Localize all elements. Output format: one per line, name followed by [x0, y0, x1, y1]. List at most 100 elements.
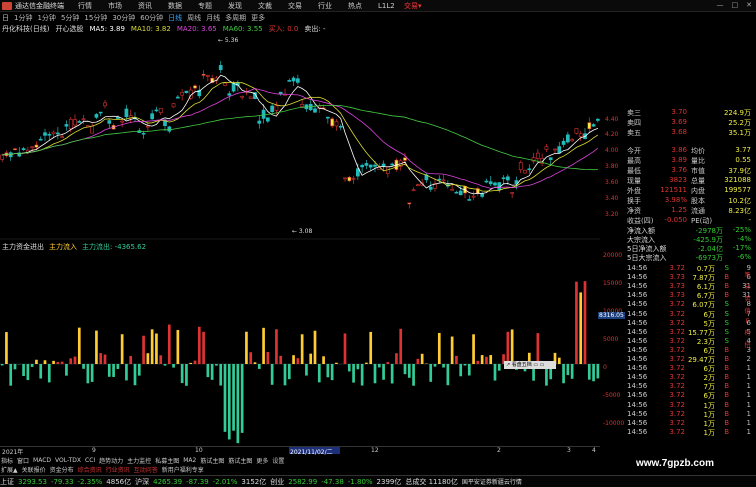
- inflow-bar: [313, 330, 317, 364]
- maximize-icon[interactable]: □: [732, 1, 739, 9]
- info-tabs: 扩展▲ 关联报价 资金分布 综合资讯 行业资讯 互动问答 新用户福利专享: [0, 465, 600, 474]
- flow-pct: -4%: [737, 235, 751, 243]
- period-monthly-tab[interactable]: 月线: [206, 13, 220, 23]
- side-button[interactable]: 构: [739, 328, 756, 337]
- period-30min-tab[interactable]: 30分钟: [112, 13, 135, 23]
- tab-private[interactable]: 私募主图: [155, 456, 179, 465]
- tab-settings[interactable]: 设置: [272, 456, 284, 465]
- tab-vol[interactable]: VOL-TDX: [55, 457, 81, 464]
- period-day-tab[interactable]: 日: [2, 13, 9, 23]
- close-icon[interactable]: ✕: [746, 1, 752, 9]
- flow-value: -2978万: [695, 227, 723, 235]
- menu-l1l2[interactable]: L1L2: [378, 2, 395, 10]
- index-name[interactable]: 上证: [0, 477, 14, 487]
- side-button[interactable]: F: [739, 318, 756, 325]
- menu-hotspot[interactable]: 热点: [348, 1, 362, 11]
- tab-fund-dist[interactable]: 资金分布: [50, 465, 74, 474]
- outflow-bar: [412, 364, 415, 386]
- menu-data[interactable]: 数据: [168, 1, 182, 11]
- menu-discover[interactable]: 发现: [228, 1, 242, 11]
- side-button[interactable]: 分: [739, 282, 756, 291]
- period-weekly-tab[interactable]: 周线: [187, 13, 201, 23]
- tab-window[interactable]: 窗口: [17, 456, 29, 465]
- side-button[interactable]: 扭: [739, 340, 756, 349]
- price-tick: 3.20: [605, 211, 619, 218]
- tab-general-news[interactable]: 综合资讯: [78, 465, 102, 474]
- menu-market[interactable]: 市场: [108, 1, 122, 11]
- candle-body: [184, 90, 189, 94]
- tab-ma2[interactable]: MA2: [183, 457, 196, 464]
- stat-cell: 总量: [691, 177, 705, 185]
- candlestick-chart[interactable]: ← 5.36 ← 3.08: [0, 34, 600, 240]
- menu-topics[interactable]: 专题: [198, 1, 212, 11]
- inflow-bar: [455, 355, 458, 364]
- capital-flow-chart[interactable]: [0, 252, 600, 444]
- period-15min-tab[interactable]: 15分钟: [84, 13, 107, 23]
- indicator-title[interactable]: 主力资金进出: [2, 242, 44, 252]
- candle-body: [493, 182, 497, 186]
- outflow-bar: [570, 364, 574, 379]
- outflow-bar: [219, 364, 223, 386]
- tab-macd[interactable]: MACD: [33, 457, 51, 464]
- candle-body: [334, 121, 339, 127]
- candle-body: [167, 126, 172, 132]
- news-ticker[interactable]: 国平安证券新疆云行情: [462, 477, 522, 486]
- side-button[interactable]: 势: [739, 294, 756, 303]
- outflow-bar: [206, 364, 210, 378]
- tab-welfare[interactable]: 新用户福利专享: [162, 465, 204, 474]
- ma20-line: [2, 88, 599, 189]
- outflow-bar: [429, 364, 433, 382]
- flow-row: 大宗流入 -425.9万 -4%: [627, 235, 754, 244]
- inflow-bar: [202, 331, 205, 364]
- tab-test-a[interactable]: 筋试主图: [200, 456, 224, 465]
- tab-qa[interactable]: 互动问答: [134, 465, 158, 474]
- menu-news[interactable]: 资讯: [138, 1, 152, 11]
- period-more-tab[interactable]: 更多: [251, 13, 265, 23]
- tab-test-b[interactable]: 筋试主图: [228, 456, 252, 465]
- tab-indicator[interactable]: 指标: [1, 456, 13, 465]
- ma60-value: MA60: 3.55: [222, 25, 263, 33]
- indicator-name[interactable]: 开心选股: [55, 24, 83, 34]
- stat-cell: 10.2亿: [728, 197, 751, 205]
- inflow-bar: [167, 324, 171, 364]
- price-axis: 4.40 4.20 4.00 3.80 3.60 3.40 3.20: [603, 34, 625, 240]
- side-button[interactable]: 值: [739, 306, 756, 315]
- period-1min-tab[interactable]: 1分钟: [14, 13, 32, 23]
- menu-industry[interactable]: 行业: [318, 1, 332, 11]
- tab-expand[interactable]: 扩展▲: [1, 465, 18, 474]
- index-name[interactable]: 创业: [270, 477, 284, 487]
- tab-main-monitor[interactable]: 主力监控: [127, 456, 151, 465]
- menu-wencai[interactable]: 文裁: [258, 1, 272, 11]
- tab-cci[interactable]: CCI: [85, 457, 95, 464]
- candle-body: [94, 114, 99, 118]
- flow-tick: 20000: [603, 252, 623, 259]
- tab-more[interactable]: 更多: [256, 456, 268, 465]
- candle-body: [471, 195, 476, 198]
- period-multi-tab[interactable]: 多周期: [225, 13, 246, 23]
- candle-body: [81, 118, 86, 121]
- flow-label: 净流入额: [627, 227, 655, 235]
- period-1min-b-tab[interactable]: 1分钟: [37, 13, 55, 23]
- stat-row: 现量 3823 总量 321088: [627, 176, 754, 185]
- flow-axis: 20000 15000 10000 5000 0 -5000 -10000: [603, 252, 625, 444]
- inflow-bar: [420, 353, 424, 364]
- tab-trend[interactable]: 趋势动力: [99, 456, 123, 465]
- outflow-label: 主力流出: -4365.62: [82, 242, 147, 251]
- candle-body: [518, 162, 523, 171]
- period-5min-tab[interactable]: 5分钟: [61, 13, 79, 23]
- period-60min-tab[interactable]: 60分钟: [140, 13, 163, 23]
- stock-name[interactable]: 丹化科技(日线): [2, 24, 49, 34]
- period-daily-tab[interactable]: 日线: [168, 13, 182, 23]
- level5-popup[interactable]: ↗ 看盘五档 ▭ ▭: [504, 361, 556, 369]
- index-name[interactable]: 沪深: [135, 477, 149, 487]
- side-button[interactable]: 笔: [739, 270, 756, 279]
- trade-dropdown[interactable]: 交易▾: [404, 1, 422, 11]
- menu-quotes[interactable]: 行情: [78, 1, 92, 11]
- minimize-icon[interactable]: —: [717, 1, 724, 9]
- tab-industry-news[interactable]: 行业资讯: [106, 465, 130, 474]
- candle-body: [561, 140, 566, 145]
- candle-body: [21, 148, 26, 151]
- tab-related[interactable]: 关联报价: [22, 465, 46, 474]
- price-tick: 4.20: [605, 131, 619, 138]
- menu-trade[interactable]: 交易: [288, 1, 302, 11]
